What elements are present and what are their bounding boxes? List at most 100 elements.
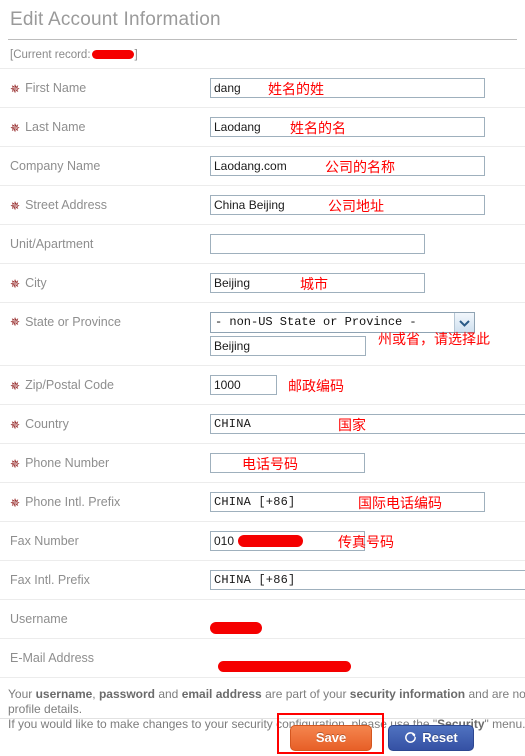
label-text: Fax Intl. Prefix <box>10 573 90 587</box>
form-actions: Save Reset <box>0 718 525 756</box>
row-fax-number: Fax Number 传真号码 <box>0 521 525 560</box>
label-text: Unit/Apartment <box>10 237 94 251</box>
label-email-address: E-Mail Address <box>0 651 210 665</box>
label-unit-apartment: Unit/Apartment <box>0 237 210 251</box>
field-phone-intl-prefix: 国际电话编码 <box>210 492 525 512</box>
label-text: City <box>25 276 47 290</box>
label-text: Username <box>10 612 68 626</box>
row-last-name: ✵ Last Name 姓名的名 <box>0 107 525 146</box>
label-country: ✵ Country <box>0 417 210 431</box>
row-phone-number: ✵ Phone Number 电话号码 <box>0 443 525 482</box>
required-star-icon: ✵ <box>10 379 21 393</box>
required-star-icon: ✵ <box>10 418 21 432</box>
label-text: Phone Intl. Prefix <box>25 495 121 509</box>
city-input[interactable] <box>210 273 425 293</box>
row-unit-apartment: Unit/Apartment <box>0 224 525 263</box>
note-text: and are not editable as part of your <box>468 687 525 701</box>
label-city: ✵ City <box>0 276 210 290</box>
label-text: Fax Number <box>10 534 79 548</box>
redacted-record-id <box>91 50 134 60</box>
edit-account-page: Edit Account Information [Current record… <box>0 0 525 756</box>
note-emphasis-email: email address <box>181 687 262 701</box>
label-text: Phone Number <box>25 456 110 470</box>
field-fax-number: 传真号码 <box>210 531 525 551</box>
last-name-input[interactable] <box>210 117 485 137</box>
field-zip-code: 邮政编码 <box>210 375 525 395</box>
current-record-line: [Current record:] <box>0 40 525 62</box>
account-form: ✵ First Name 姓名的姓 ✵ Last Name 姓名的名 Compa… <box>0 68 525 677</box>
save-button[interactable]: Save <box>290 724 372 751</box>
note-emphasis-password: password <box>98 687 155 701</box>
field-first-name: 姓名的姓 <box>210 78 525 98</box>
annotation-zip-code: 邮政编码 <box>288 379 344 395</box>
label-zip-code: ✵ Zip/Postal Code <box>0 378 210 392</box>
label-text: Street Address <box>25 198 108 212</box>
note-text: and <box>154 687 182 701</box>
page-title: Edit Account Information <box>10 9 221 30</box>
label-company-name: Company Name <box>0 159 210 173</box>
state-province-selected-value: - non-US State or Province - <box>210 312 475 333</box>
redacted-fax-number <box>238 535 303 547</box>
label-phone-number: ✵ Phone Number <box>0 456 210 470</box>
label-first-name: ✵ First Name <box>0 81 210 95</box>
field-street-address: 公司地址 <box>210 195 525 215</box>
note-text: , <box>92 687 99 701</box>
field-country: 国家 <box>210 414 525 434</box>
label-text: Country <box>25 417 69 431</box>
state-province-text-input[interactable] <box>210 336 366 356</box>
field-unit-apartment <box>210 234 525 254</box>
row-email-address: E-Mail Address <box>0 638 525 677</box>
field-fax-intl-prefix <box>210 570 525 590</box>
chevron-down-icon[interactable] <box>454 313 474 332</box>
field-state-province: - non-US State or Province - 州或省，请选择此 <box>210 303 525 356</box>
label-text: E-Mail Address <box>10 651 95 665</box>
fax-intl-prefix-input[interactable] <box>210 570 525 590</box>
label-username: Username <box>0 612 210 626</box>
current-record-label: [Current record: <box>10 49 91 61</box>
reset-button[interactable]: Reset <box>388 724 474 751</box>
note-line-1: Your username, password and email addres… <box>8 687 525 702</box>
zip-code-input[interactable] <box>210 375 277 395</box>
unit-apartment-input[interactable] <box>210 234 425 254</box>
row-company-name: Company Name 公司的名称 <box>0 146 525 185</box>
street-address-input[interactable] <box>210 195 485 215</box>
field-last-name: 姓名的名 <box>210 117 525 137</box>
row-first-name: ✵ First Name 姓名的姓 <box>0 68 525 107</box>
annotation-state-province: 州或省，请选择此 <box>378 332 490 348</box>
redacted-email-address <box>218 661 351 672</box>
note-text: Your <box>8 687 36 701</box>
label-last-name: ✵ Last Name <box>0 120 210 134</box>
current-record-close: ] <box>134 49 138 61</box>
note-line-2: profile details. <box>8 702 83 716</box>
state-province-select[interactable]: - non-US State or Province - <box>210 312 475 333</box>
label-street-address: ✵ Street Address <box>0 198 210 212</box>
row-country: ✵ Country 国家 <box>0 404 525 443</box>
field-city: 城市 <box>210 273 525 293</box>
company-name-input[interactable] <box>210 156 485 176</box>
row-street-address: ✵ Street Address 公司地址 <box>0 185 525 224</box>
first-name-input[interactable] <box>210 78 485 98</box>
note-emphasis-username: username <box>35 687 93 701</box>
note-text: are part of your <box>261 687 350 701</box>
field-phone-number: 电话号码 <box>210 453 525 473</box>
redacted-username <box>210 622 262 634</box>
row-state-province: ✵ State or Province - non-US State or Pr… <box>0 302 525 365</box>
reset-button-label: Reset <box>422 730 458 745</box>
label-fax-number: Fax Number <box>0 534 210 548</box>
required-star-icon: ✵ <box>10 315 21 329</box>
required-star-icon: ✵ <box>10 277 21 291</box>
row-phone-intl-prefix: ✵ Phone Intl. Prefix 国际电话编码 <box>0 482 525 521</box>
row-zip-code: ✵ Zip/Postal Code 邮政编码 <box>0 365 525 404</box>
row-fax-intl-prefix: Fax Intl. Prefix <box>0 560 525 599</box>
label-phone-intl-prefix: ✵ Phone Intl. Prefix <box>0 495 210 509</box>
phone-number-input[interactable] <box>210 453 365 473</box>
circular-arrow-icon <box>404 731 417 744</box>
required-star-icon: ✵ <box>10 121 21 135</box>
required-star-icon: ✵ <box>10 82 21 96</box>
country-input[interactable] <box>210 414 525 434</box>
required-star-icon: ✵ <box>10 457 21 471</box>
label-text: Last Name <box>25 120 86 134</box>
phone-intl-prefix-input[interactable] <box>210 492 485 512</box>
field-company-name: 公司的名称 <box>210 156 525 176</box>
required-star-icon: ✵ <box>10 199 21 213</box>
